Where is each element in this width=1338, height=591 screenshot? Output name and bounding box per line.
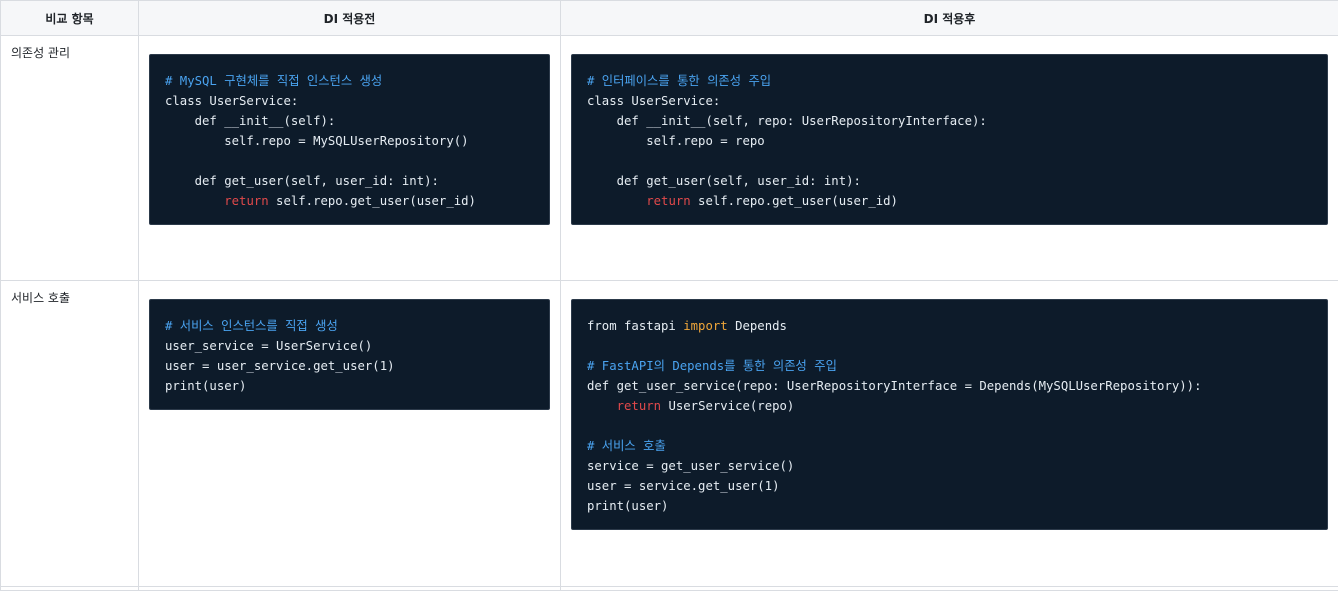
code-keyword: return [224,194,268,208]
code-text: Depends [728,319,787,333]
empty-cell [1,587,139,591]
cell-after: from fastapi import Depends # FastAPI의 De… [561,281,1338,587]
code-comment: # MySQL 구현체를 직접 인스턴스 생성 [165,74,382,88]
table-row: 서비스 호출 # 서비스 인스턴스를 직접 생성 user_service = U… [1,281,1338,587]
code-line [165,151,534,171]
code-line: return self.repo.get_user(user_id) [587,191,1312,211]
code-text: def __init__(self): [165,114,335,128]
cell-after: # 인터페이스를 통한 의존성 주입 class UserService: def… [561,36,1338,281]
table-row: 의존성 관리 # MySQL 구현체를 직접 인스턴스 생성 class User… [1,36,1338,281]
code-line: self.repo = MySQLUserRepository() [165,131,534,151]
code-text: def get_user(self, user_id: int): [165,174,439,188]
row-label-dependency-management: 의존성 관리 [1,36,139,281]
code-comment: # 인터페이스를 통한 의존성 주입 [587,74,771,88]
code-line: user_service = UserService() [165,336,534,356]
code-text: from fastapi [587,319,683,333]
code-line: print(user) [165,376,534,396]
code-text [165,194,224,208]
row-label-service-call: 서비스 호출 [1,281,139,587]
code-line: class UserService: [165,91,534,111]
code-text: class UserService: [165,94,298,108]
code-text: self.repo.get_user(user_id) [691,194,898,208]
code-line: service = get_user_service() [587,456,1312,476]
cell-before: # MySQL 구현체를 직접 인스턴스 생성 class UserService… [139,36,561,281]
code-keyword: return [646,194,690,208]
code-block-before-service-call: # 서비스 인스턴스를 직접 생성 user_service = UserServ… [149,299,550,410]
header-compare-item: 비교 항목 [1,1,139,36]
code-line: # MySQL 구현체를 직접 인스턴스 생성 [165,71,534,91]
code-text: def get_user_service(repo: UserRepositor… [587,379,1201,393]
code-line: def __init__(self): [165,111,534,131]
code-block-before-dependency: # MySQL 구현체를 직접 인스턴스 생성 class UserService… [149,54,550,225]
code-line: def get_user(self, user_id: int): [587,171,1312,191]
code-comment: # 서비스 호출 [587,439,666,453]
code-comment: # FastAPI의 Depends를 통한 의존성 주입 [587,359,837,373]
code-block-after-service-call: from fastapi import Depends # FastAPI의 De… [571,299,1328,530]
code-text: user = service.get_user(1) [587,479,780,493]
code-text: def get_user(self, user_id: int): [587,174,861,188]
code-line: def get_user(self, user_id: int): [165,171,534,191]
code-line: class UserService: [587,91,1312,111]
code-text: self.repo = MySQLUserRepository() [165,134,469,148]
code-keyword: return [617,399,661,413]
code-line: def get_user_service(repo: UserRepositor… [587,376,1312,396]
code-line [587,151,1312,171]
code-text: user_service = UserService() [165,339,372,353]
code-text: print(user) [165,379,246,393]
code-text: UserService(repo) [661,399,794,413]
code-line: user = service.get_user(1) [587,476,1312,496]
code-line: print(user) [587,496,1312,516]
code-line: def __init__(self, repo: UserRepositoryI… [587,111,1312,131]
code-line [587,416,1312,436]
empty-cell [139,587,561,591]
code-line [587,336,1312,356]
code-line: from fastapi import Depends [587,316,1312,336]
code-line: return UserService(repo) [587,396,1312,416]
code-text: service = get_user_service() [587,459,794,473]
cell-before: # 서비스 인스턴스를 직접 생성 user_service = UserServ… [139,281,561,587]
code-text: user = user_service.get_user(1) [165,359,395,373]
code-text: print(user) [587,499,668,513]
code-line: self.repo = repo [587,131,1312,151]
code-block-after-dependency: # 인터페이스를 통한 의존성 주입 class UserService: def… [571,54,1328,225]
code-line: # 서비스 인스턴스를 직접 생성 [165,316,534,336]
code-text: self.repo.get_user(user_id) [269,194,476,208]
comparison-table: 비교 항목 DI 적용전 DI 적용후 의존성 관리 # MySQL 구현체를 … [0,0,1338,591]
code-keyword-import: import [683,319,727,333]
table-header-row: 비교 항목 DI 적용전 DI 적용후 [1,1,1338,36]
table-row-empty [1,587,1338,591]
code-text: self.repo = repo [587,134,765,148]
code-text: class UserService: [587,94,720,108]
code-text: def __init__(self, repo: UserRepositoryI… [587,114,987,128]
empty-cell [561,587,1338,591]
code-line: # 인터페이스를 통한 의존성 주입 [587,71,1312,91]
code-comment: # 서비스 인스턴스를 직접 생성 [165,319,338,333]
code-line: # FastAPI의 Depends를 통한 의존성 주입 [587,356,1312,376]
code-line: return self.repo.get_user(user_id) [165,191,534,211]
header-after-di: DI 적용후 [561,1,1338,36]
code-text [587,194,646,208]
code-line: # 서비스 호출 [587,436,1312,456]
code-text [587,399,617,413]
code-line: user = user_service.get_user(1) [165,356,534,376]
header-before-di: DI 적용전 [139,1,561,36]
